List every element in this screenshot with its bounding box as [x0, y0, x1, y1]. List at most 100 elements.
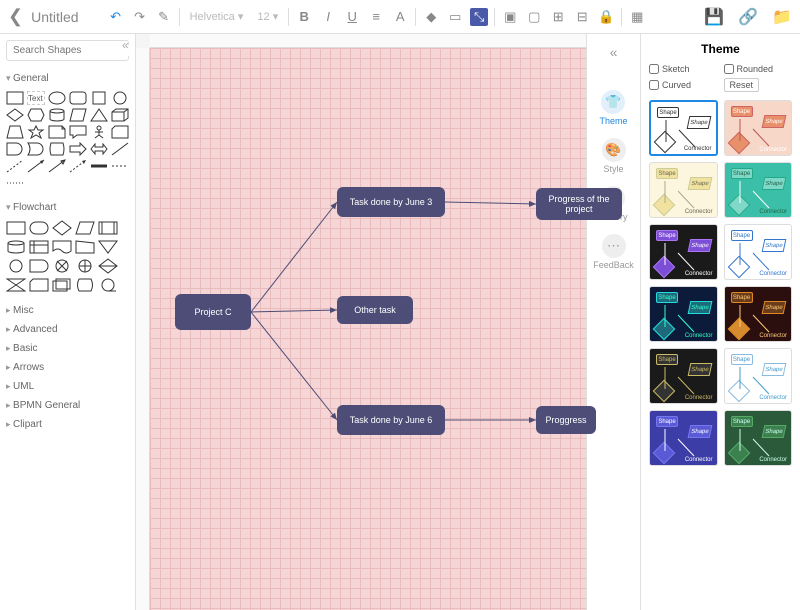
fc-terminator[interactable]	[29, 220, 49, 236]
tab-feedback[interactable]: ⋯FeedBack	[593, 234, 634, 270]
opt-sketch[interactable]: Sketch	[649, 64, 718, 74]
collapse-right-icon[interactable]: «	[610, 44, 618, 60]
shape-triangle[interactable]	[90, 108, 108, 122]
underline-button[interactable]: U	[343, 8, 361, 26]
to-back-button[interactable]: ▢	[525, 8, 543, 26]
shape-dotted[interactable]	[6, 176, 24, 190]
shape-dashline[interactable]	[6, 159, 24, 173]
opt-rounded[interactable]: Rounded	[724, 64, 793, 74]
node-other-task[interactable]: Other task	[337, 296, 413, 324]
theme-swatch-5[interactable]: ShapeShapeConnector	[724, 224, 793, 280]
node-task-jun6[interactable]: Task done by June 6	[337, 405, 445, 435]
theme-swatch-6[interactable]: ShapeShapeConnector	[649, 286, 718, 342]
shape-conn2[interactable]	[48, 159, 66, 173]
shape-data[interactable]	[48, 142, 66, 156]
search-shapes[interactable]: ⌕	[6, 40, 129, 61]
font-family-select[interactable]: Helvetica ▾	[186, 10, 248, 23]
share-icon[interactable]: 🔗	[738, 7, 758, 27]
shape-conn1[interactable]	[27, 159, 45, 173]
category-misc[interactable]: Misc	[6, 301, 129, 320]
fc-or[interactable]	[75, 258, 95, 274]
fc-document[interactable]	[52, 239, 72, 255]
fc-predefined[interactable]	[98, 220, 118, 236]
shape-hex[interactable]	[27, 108, 45, 122]
shape-rect[interactable]	[6, 91, 24, 105]
format-paint-button[interactable]: ✎	[155, 8, 173, 26]
theme-swatch-8[interactable]: ShapeShapeConnector	[649, 348, 718, 404]
shape-cube[interactable]	[111, 108, 129, 122]
node-progress[interactable]: Progress of the project	[536, 188, 622, 220]
reset-button[interactable]: Reset	[724, 78, 760, 92]
category-basic[interactable]: Basic	[6, 339, 129, 358]
theme-swatch-1[interactable]: ShapeShapeConnector	[724, 100, 793, 156]
lock-button[interactable]: 🔒	[597, 8, 615, 26]
theme-swatch-11[interactable]: ShapeShapeConnector	[724, 410, 793, 466]
fc-manual[interactable]	[75, 239, 95, 255]
tab-theme[interactable]: 👕Theme	[599, 90, 627, 126]
fill-button[interactable]: ◆	[422, 8, 440, 26]
node-task-jun3[interactable]: Task done by June 3	[337, 187, 445, 217]
to-front-button[interactable]: ▣	[501, 8, 519, 26]
fc-database[interactable]	[6, 239, 26, 255]
theme-swatch-7[interactable]: ShapeShapeConnector	[724, 286, 793, 342]
fc-process[interactable]	[6, 220, 26, 236]
theme-swatch-4[interactable]: ShapeShapeConnector	[649, 224, 718, 280]
save-icon[interactable]: 💾	[704, 7, 724, 27]
shape-trapezoid[interactable]	[6, 125, 24, 139]
bold-button[interactable]: B	[295, 8, 313, 26]
undo-button[interactable]: ↶	[107, 8, 125, 26]
shape-para[interactable]	[69, 108, 87, 122]
category-general[interactable]: General	[6, 69, 129, 88]
grid-button[interactable]: ▦	[628, 8, 646, 26]
shape-line[interactable]	[111, 142, 129, 156]
node-project-c[interactable]: Project C	[175, 294, 251, 330]
fc-data[interactable]	[75, 220, 95, 236]
theme-swatch-0[interactable]: ShapeShapeConnector	[649, 100, 718, 156]
fc-decision[interactable]	[52, 220, 72, 236]
shape-and[interactable]	[6, 142, 24, 156]
shape-note[interactable]	[48, 125, 66, 139]
shape-circle[interactable]	[111, 91, 129, 105]
shape-conn3[interactable]	[69, 159, 87, 173]
category-advanced[interactable]: Advanced	[6, 320, 129, 339]
shape-ellipse[interactable]	[48, 91, 66, 105]
category-uml[interactable]: UML	[6, 377, 129, 396]
fc-internal[interactable]	[29, 239, 49, 255]
fc-delay[interactable]	[29, 258, 49, 274]
align-button[interactable]: ≡	[367, 8, 385, 26]
category-arrows[interactable]: Arrows	[6, 358, 129, 377]
collapse-left-icon[interactable]: «	[122, 38, 129, 52]
fc-tape[interactable]	[98, 277, 118, 293]
shape-text[interactable]: Text	[27, 91, 45, 105]
canvas[interactable]: Project CTask done by June 3Other taskPr…	[150, 48, 586, 610]
fc-multi[interactable]	[52, 277, 72, 293]
redo-button[interactable]: ↷	[131, 8, 149, 26]
fc-display[interactable]	[75, 277, 95, 293]
theme-swatch-2[interactable]: ShapeShapeConnector	[649, 162, 718, 218]
shape-star[interactable]	[27, 125, 45, 139]
category-flowchart[interactable]: Flowchart	[6, 198, 129, 217]
fc-card[interactable]	[29, 277, 49, 293]
theme-swatch-3[interactable]: ShapeShapeConnector	[724, 162, 793, 218]
italic-button[interactable]: I	[319, 8, 337, 26]
shape-thick[interactable]	[90, 159, 108, 173]
fc-collate[interactable]	[6, 277, 26, 293]
theme-swatch-9[interactable]: ShapeShapeConnector	[724, 348, 793, 404]
document-title[interactable]: Untitled	[31, 9, 78, 25]
shape-callout[interactable]	[69, 125, 87, 139]
opt-curved[interactable]: Curved	[649, 80, 718, 90]
connection-button[interactable]: ⤡	[470, 8, 488, 26]
category-bpmn[interactable]: BPMN General	[6, 396, 129, 415]
group-button[interactable]: ⊞	[549, 8, 567, 26]
tab-style[interactable]: 🎨Style	[602, 138, 626, 174]
category-clipart[interactable]: Clipart	[6, 415, 129, 434]
theme-swatch-10[interactable]: ShapeShapeConnector	[649, 410, 718, 466]
fc-merge[interactable]	[98, 239, 118, 255]
shape-actor[interactable]	[90, 125, 108, 139]
node-progress2[interactable]: Proggress	[536, 406, 596, 434]
shape-cylinder[interactable]	[48, 108, 66, 122]
shape-rounded[interactable]	[69, 91, 87, 105]
text-color-button[interactable]: A	[391, 8, 409, 26]
back-button[interactable]: ❮	[8, 6, 23, 27]
shape-arrow-right[interactable]	[69, 142, 87, 156]
